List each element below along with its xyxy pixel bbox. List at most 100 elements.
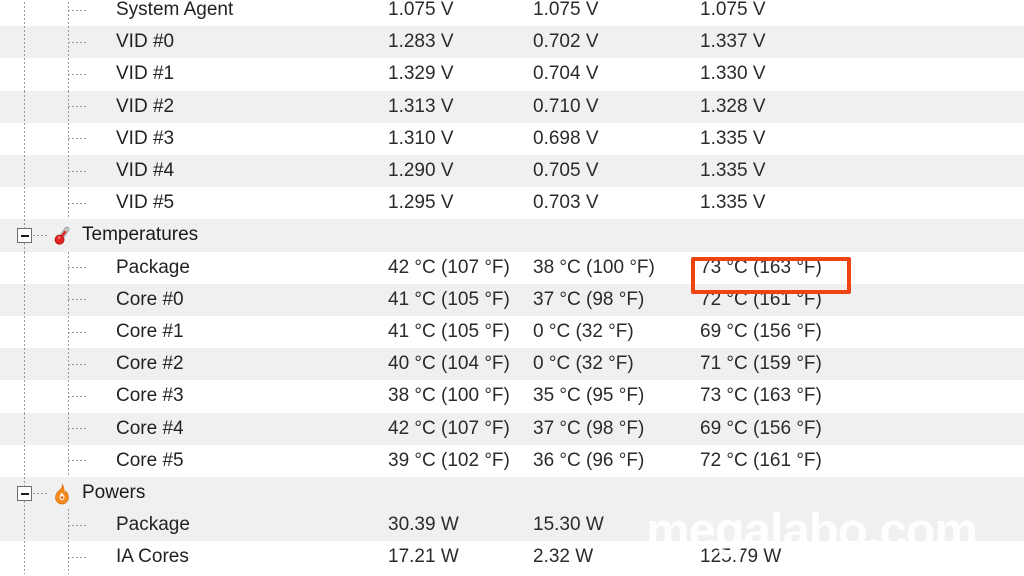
sensor-value-col0: 42 °C (107 °F) xyxy=(388,417,510,439)
tree-guide-line xyxy=(24,155,25,188)
sensor-value-col0: 40 °C (104 °F) xyxy=(388,353,510,375)
table-row[interactable]: VID #5 1.295 V 0.703 V 1.335 V xyxy=(0,187,1024,220)
sensor-label: VID #3 xyxy=(116,127,175,149)
table-row[interactable]: VID #1 1.329 V 0.704 V 1.330 V xyxy=(0,58,1024,91)
sensor-label: VID #2 xyxy=(116,95,175,117)
tree-category-row[interactable]: Powers xyxy=(0,477,1024,510)
tree-guide-line xyxy=(24,187,25,220)
sensor-value-col0: 1.313 V xyxy=(388,95,454,117)
sensor-label: Package xyxy=(116,514,190,536)
tree-guide-line xyxy=(24,251,25,284)
table-row[interactable]: Core #0 41 °C (105 °F) 37 °C (98 °F) 72 °C … xyxy=(0,283,1024,316)
table-row[interactable]: Package 30.39 W 15.30 W xyxy=(0,509,1024,542)
sensor-value-col1: 36 °C (96 °F) xyxy=(533,449,645,471)
sensor-value-col0: 1.075 V xyxy=(388,0,454,20)
sensor-value-col2: 69 °C (156 °F) xyxy=(700,417,822,439)
sensor-value-col1: 37 °C (98 °F) xyxy=(533,288,645,310)
sensor-value-col0: 30.39 W xyxy=(388,514,459,536)
tree-connector xyxy=(68,41,88,43)
tree-connector xyxy=(68,138,88,140)
tree-guide-line xyxy=(24,0,25,27)
table-row[interactable]: Core #3 38 °C (100 °F) 35 °C (95 °F) 73 °C … xyxy=(0,380,1024,413)
tree-connector xyxy=(68,524,88,526)
tree-guide-line xyxy=(24,90,25,123)
sensor-value-col2: 125.79 W xyxy=(700,546,782,568)
sensor-tree-view[interactable]: System Agent 1.075 V 1.075 V 1.075 V VID #0 1… xyxy=(0,0,1024,576)
sensor-label: Core #1 xyxy=(116,321,184,342)
collapse-toggle-icon[interactable] xyxy=(17,486,32,501)
sensor-label: Core #3 xyxy=(116,385,184,407)
tree-guide-line xyxy=(24,316,25,349)
sensor-value-col0: 39 °C (102 °F) xyxy=(388,449,510,471)
sensor-value-col0: 17.21 W xyxy=(388,546,459,568)
tree-guide-line xyxy=(24,412,25,445)
tree-guide-line xyxy=(24,541,25,574)
table-row[interactable]: Core #4 42 °C (107 °F) 37 °C (98 °F) 69 °C … xyxy=(0,412,1024,445)
sensor-value-col2: 1.330 V xyxy=(700,63,766,85)
sensor-value-col0: 42 °C (107 °F) xyxy=(388,256,510,278)
sensor-label: Core #5 xyxy=(116,449,184,471)
table-row[interactable]: VID #4 1.290 V 0.705 V 1.335 V xyxy=(0,155,1024,188)
tree-connector xyxy=(68,170,88,172)
tree-connector xyxy=(33,235,49,237)
tree-guide-line xyxy=(24,26,25,59)
sensor-value-col1: 0.702 V xyxy=(533,31,599,53)
tree-guide-line xyxy=(24,380,25,413)
sensor-value-col2: 1.335 V xyxy=(700,160,766,181)
sensor-label: IA Cores xyxy=(116,546,189,568)
sensor-label: VID #5 xyxy=(116,192,175,214)
sensor-value-col1: 38 °C (100 °F) xyxy=(533,256,655,278)
sensor-value-col1: 0.710 V xyxy=(533,95,599,117)
sensor-value-col0: 1.290 V xyxy=(388,160,454,181)
sensor-value-col1: 0.703 V xyxy=(533,192,599,214)
tree-guide-line xyxy=(24,348,25,381)
tree-guide-line xyxy=(68,0,69,27)
tree-connector xyxy=(68,9,88,11)
sensor-label: Core #2 xyxy=(116,353,184,375)
sensor-value-col0: 38 °C (100 °F) xyxy=(388,385,510,407)
sensor-value-col1: 0 °C (32 °F) xyxy=(533,321,634,342)
sensor-value-col0: 1.329 V xyxy=(388,63,454,85)
sensor-value-col2: 72 °C (161 °F) xyxy=(700,288,822,310)
sensor-label: System Agent xyxy=(116,0,234,20)
tree-connector xyxy=(68,556,88,558)
sensor-value-col1: 37 °C (98 °F) xyxy=(533,417,645,439)
table-row[interactable]: Core #1 41 °C (105 °F) 0 °C (32 °F) 69 °C (… xyxy=(0,316,1024,349)
sensor-label: VID #0 xyxy=(116,31,175,53)
tree-connector xyxy=(68,428,88,430)
tree-connector xyxy=(68,363,88,365)
tree-category-row[interactable]: Temperatures xyxy=(0,219,1024,252)
table-row[interactable]: VID #0 1.283 V 0.702 V 1.337 V xyxy=(0,26,1024,59)
table-row[interactable]: Core #5 39 °C (102 °F) 36 °C (96 °F) 72 °C … xyxy=(0,444,1024,477)
tree-connector xyxy=(68,202,88,204)
tree-connector xyxy=(68,106,88,108)
tree-connector xyxy=(68,331,88,333)
tree-guide-line xyxy=(24,58,25,91)
sensor-value-col1: 2.32 W xyxy=(533,546,594,568)
sensor-label: VID #4 xyxy=(116,160,175,181)
collapse-toggle-icon[interactable] xyxy=(17,228,32,244)
table-row[interactable]: System Agent 1.075 V 1.075 V 1.075 V xyxy=(0,0,1024,27)
sensor-value-col2: 1.328 V xyxy=(700,95,766,117)
sensor-value-col1: 15.30 W xyxy=(533,514,604,536)
table-row[interactable]: IA Cores 17.21 W 2.32 W 125.79 W xyxy=(0,541,1024,574)
sensor-value-col0: 41 °C (105 °F) xyxy=(388,288,510,310)
tree-connector xyxy=(68,267,88,269)
tree-guide-line xyxy=(24,444,25,477)
sensor-value-col2: 72 °C (161 °F) xyxy=(700,449,822,471)
sensor-value-col2: 69 °C (156 °F) xyxy=(700,321,822,342)
table-row[interactable]: Package 42 °C (107 °F) 38 °C (100 °F) 73 °C… xyxy=(0,251,1024,284)
sensor-value-col1: 0.705 V xyxy=(533,160,599,181)
tree-guide-line xyxy=(24,509,25,542)
tree-guide-line xyxy=(24,122,25,155)
thermometer-icon xyxy=(50,224,74,248)
sensor-value-col2: 71 °C (159 °F) xyxy=(700,353,822,375)
sensor-value-col2: 1.335 V xyxy=(700,192,766,214)
table-row[interactable]: VID #3 1.310 V 0.698 V 1.335 V xyxy=(0,122,1024,155)
tree-connector xyxy=(68,73,88,75)
table-row[interactable]: VID #2 1.313 V 0.710 V 1.328 V xyxy=(0,90,1024,123)
tree-connector xyxy=(68,299,88,301)
sensor-value-col2: 73 °C (163 °F) xyxy=(700,256,822,278)
table-row[interactable]: Core #2 40 °C (104 °F) 0 °C (32 °F) 71 °C (… xyxy=(0,348,1024,381)
tree-guide-line xyxy=(24,283,25,316)
